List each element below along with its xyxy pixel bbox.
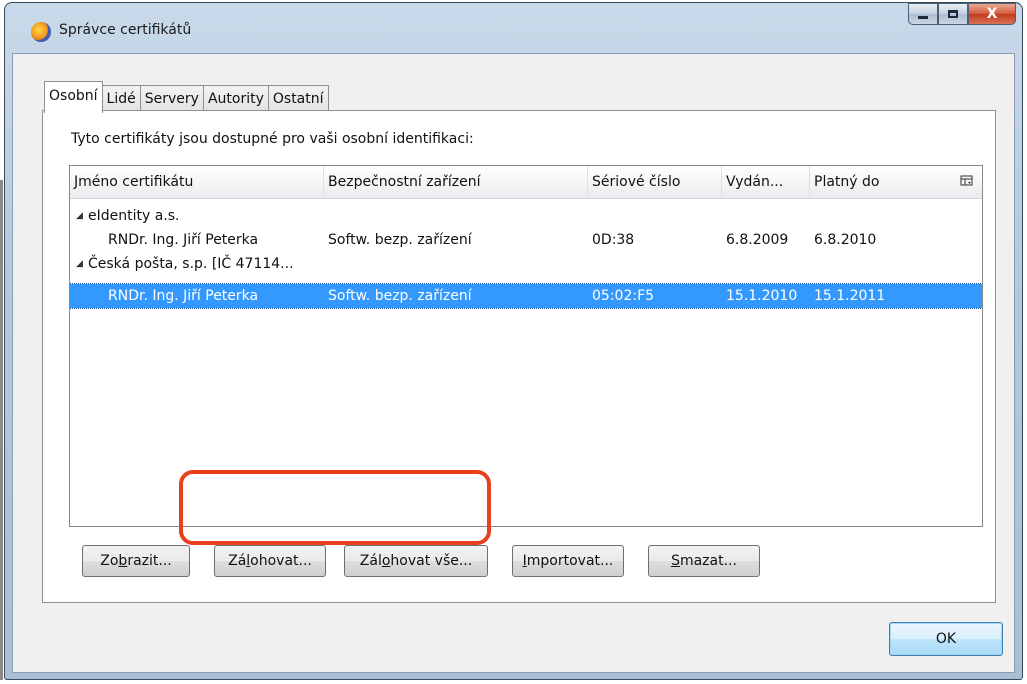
tab-panel-osobni: Tyto certifikáty jsou dostupné pro vaši … bbox=[42, 110, 996, 603]
backup-button[interactable]: Zálohovat... bbox=[214, 545, 326, 577]
tab-strip: Osobní Lidé Servery Autority Ostatní bbox=[44, 81, 329, 113]
cert-serial-cell: 05:02:F5 bbox=[592, 288, 655, 304]
view-button[interactable]: Zobrazit... bbox=[82, 545, 190, 577]
tab-lide[interactable]: Lidé bbox=[101, 85, 141, 113]
intro-text: Tyto certifikáty jsou dostupné pro vaši … bbox=[71, 131, 474, 147]
ok-button[interactable]: OK bbox=[889, 622, 1003, 656]
window-title: Správce certifikátů bbox=[59, 22, 192, 38]
cert-name-cell: RNDr. Ing. Jiří Peterka bbox=[108, 288, 259, 304]
cert-issued-cell: 15.1.2010 bbox=[726, 288, 798, 304]
cert-expires-cell: 15.1.2011 bbox=[814, 288, 886, 304]
column-header-issued[interactable]: Vydán... bbox=[722, 166, 810, 198]
cert-serial-cell: 0D:38 bbox=[592, 232, 635, 248]
tree-group-row[interactable]: ◢ eIdentity a.s. bbox=[70, 204, 982, 228]
column-header-expires[interactable]: Platný do bbox=[810, 166, 950, 198]
column-picker-icon[interactable] bbox=[960, 174, 974, 188]
tree-header: Jméno certifikátu Bezpečnostní zařízení … bbox=[70, 166, 982, 199]
expanded-twisty-icon[interactable]: ◢ bbox=[76, 204, 83, 228]
tab-ostatni[interactable]: Ostatní bbox=[267, 85, 329, 113]
cert-issued-cell: 6.8.2009 bbox=[726, 232, 789, 248]
cert-expires-cell: 6.8.2010 bbox=[814, 232, 877, 248]
title-bar[interactable]: Správce certifikátů X bbox=[5, 3, 1022, 53]
backup-all-button[interactable]: Zálohovat vše... bbox=[344, 545, 488, 577]
column-header-device[interactable]: Bezpečnostní zařízení bbox=[324, 166, 588, 198]
close-button[interactable]: X bbox=[968, 3, 1016, 25]
caption-buttons: X bbox=[908, 3, 1016, 29]
delete-button[interactable]: Smazat... bbox=[648, 545, 760, 577]
certificate-tree[interactable]: Jméno certifikátu Bezpečnostní zařízení … bbox=[69, 165, 983, 527]
tab-servery[interactable]: Servery bbox=[139, 85, 204, 113]
table-row-selected[interactable]: RNDr. Ing. Jiří Peterka Softw. bezp. zař… bbox=[70, 283, 982, 309]
background-edge bbox=[0, 180, 3, 680]
import-button[interactable]: Importovat... bbox=[512, 545, 624, 577]
minimize-icon bbox=[918, 15, 928, 19]
dialog-client-area: Osobní Lidé Servery Autority Ostatní Tyt… bbox=[12, 53, 1015, 673]
maximize-icon bbox=[948, 10, 958, 18]
group-name: eIdentity a.s. bbox=[88, 208, 180, 224]
cert-name-cell: RNDr. Ing. Jiří Peterka bbox=[108, 232, 259, 248]
expanded-twisty-icon[interactable]: ◢ bbox=[76, 252, 83, 276]
column-header-name[interactable]: Jméno certifikátu bbox=[70, 166, 324, 198]
certificate-manager-window: Správce certifikátů X Osobní Lidé Server… bbox=[4, 2, 1023, 680]
column-header-serial[interactable]: Sériové číslo bbox=[588, 166, 722, 198]
cert-device-cell: Softw. bezp. zařízení bbox=[328, 232, 472, 248]
minimize-button[interactable] bbox=[908, 3, 938, 25]
cert-device-cell: Softw. bezp. zařízení bbox=[328, 288, 472, 304]
tree-group-row[interactable]: ◢ Česká pošta, s.p. [IČ 47114... bbox=[70, 252, 982, 276]
maximize-button[interactable] bbox=[938, 3, 968, 25]
tab-osobni[interactable]: Osobní bbox=[44, 81, 103, 113]
firefox-icon bbox=[31, 22, 51, 42]
group-name: Česká pošta, s.p. [IČ 47114... bbox=[88, 256, 294, 272]
tab-autority[interactable]: Autority bbox=[202, 85, 269, 113]
close-icon: X bbox=[986, 6, 998, 22]
table-row[interactable]: RNDr. Ing. Jiří Peterka Softw. bezp. zař… bbox=[70, 228, 982, 252]
